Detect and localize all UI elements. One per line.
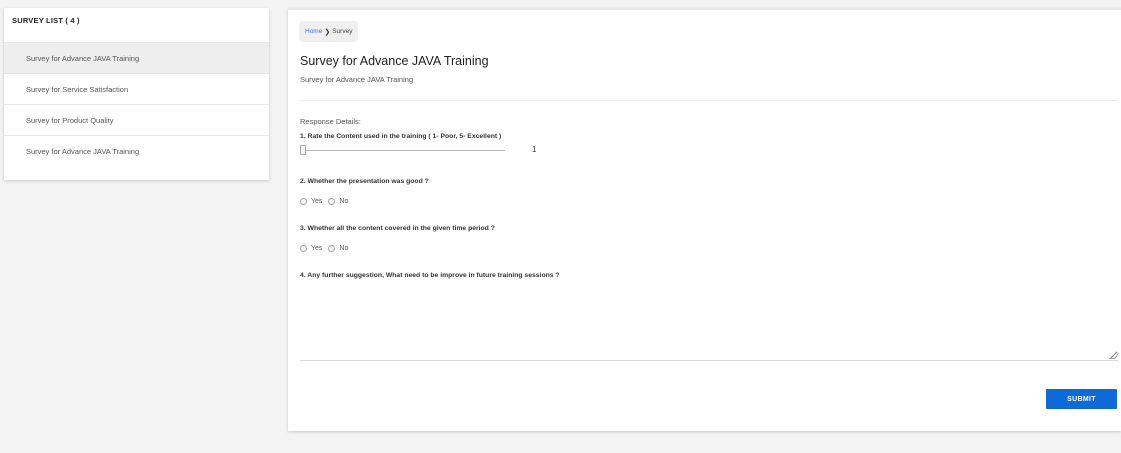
survey-list-item[interactable]: Survey for Advance JAVA Training — [4, 135, 269, 166]
page-subtitle: Survey for Advance JAVA Training — [300, 75, 414, 84]
survey-list-item-label: Survey for Advance JAVA Training — [26, 53, 140, 63]
slider-value: 1 — [532, 145, 537, 154]
submit-button[interactable]: SUBMIT — [1046, 389, 1117, 409]
survey-list-title: SURVEY LIST ( 4 ) — [12, 16, 80, 25]
question-2-label: 2. Whether the presentation was good ? — [300, 178, 429, 185]
question-3-options: Yes No — [300, 245, 354, 252]
q3-no-radio[interactable] — [328, 245, 336, 252]
q3-yes-option[interactable]: Yes — [300, 245, 322, 252]
question-2-options: Yes No — [300, 198, 354, 205]
breadcrumb-current: Survey — [332, 28, 353, 35]
survey-list-panel: SURVEY LIST ( 4 ) Survey for Advance JAV… — [4, 8, 269, 180]
survey-list-item[interactable]: Survey for Service Satisfaction — [4, 73, 269, 104]
survey-list-item-label: Survey for Advance JAVA Training — [26, 146, 140, 156]
slider-thumb[interactable] — [300, 145, 306, 155]
q2-no-label: No — [339, 198, 349, 205]
chevron-right-icon: ❯ — [324, 28, 331, 36]
q2-yes-radio[interactable] — [300, 198, 307, 205]
page-title: Survey for Advance JAVA Training — [300, 54, 489, 68]
response-details-label: Response Details: — [300, 117, 361, 126]
q3-yes-label: Yes — [311, 245, 323, 252]
q2-yes-label: Yes — [311, 198, 323, 205]
q2-no-option[interactable]: No — [328, 198, 348, 205]
rating-slider[interactable] — [300, 145, 505, 155]
breadcrumb: Home ❯ Survey — [299, 21, 359, 42]
survey-list-item[interactable]: Survey for Product Quality — [4, 104, 269, 135]
suggestion-textarea[interactable] — [300, 286, 1118, 361]
q2-yes-option[interactable]: Yes — [300, 198, 322, 205]
survey-list-item[interactable]: Survey for Advance JAVA Training — [4, 42, 269, 73]
breadcrumb-home-link[interactable]: Home — [305, 28, 322, 35]
top-strip — [288, 8, 1121, 10]
survey-list-item-label: Survey for Service Satisfaction — [26, 84, 129, 94]
q3-no-option[interactable]: No — [328, 245, 348, 252]
question-1-label: 1. Rate the Content used in the training… — [300, 133, 502, 140]
divider — [300, 100, 1117, 101]
survey-form-panel: Home ❯ Survey Survey for Advance JAVA Tr… — [288, 8, 1121, 431]
q2-no-radio[interactable] — [328, 198, 336, 205]
question-3-label: 3. Whether all the content covered in th… — [300, 225, 495, 232]
q3-no-label: No — [339, 245, 349, 252]
survey-list-item-label: Survey for Product Quality — [26, 115, 114, 125]
question-4-label: 4. Any further suggestion, What need to … — [300, 272, 560, 279]
q3-yes-radio[interactable] — [300, 245, 307, 252]
slider-track — [300, 149, 505, 151]
